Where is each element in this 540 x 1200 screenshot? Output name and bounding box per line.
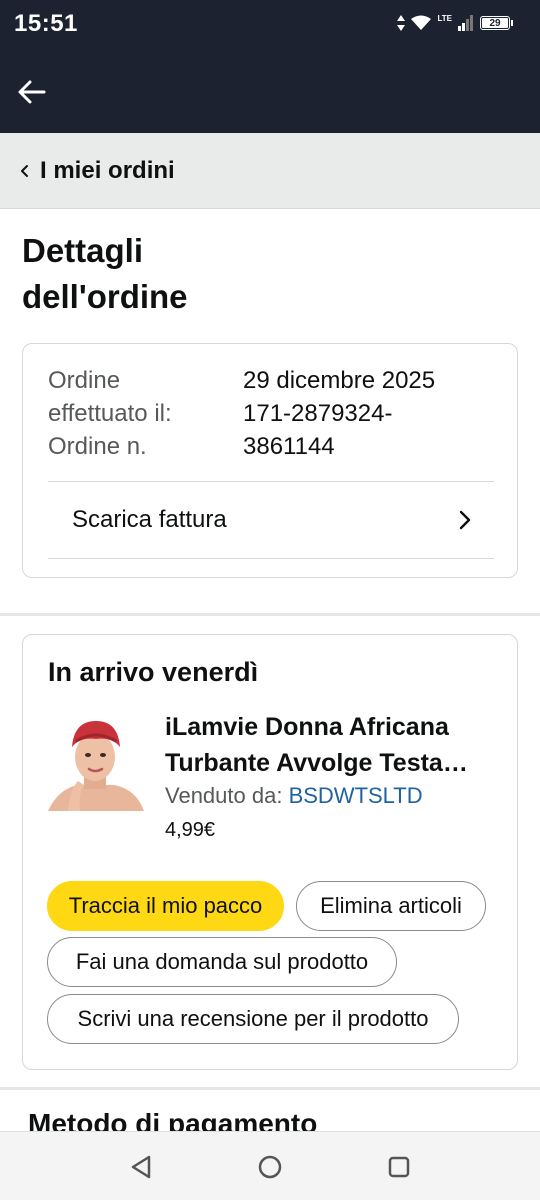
chevron-right-icon	[459, 510, 471, 530]
order-number-label: Ordine n.	[48, 433, 147, 460]
delete-items-button[interactable]: Elimina articoli	[296, 881, 486, 931]
signal-icon	[458, 15, 473, 31]
chevron-left-icon	[21, 164, 28, 177]
system-nav-bar	[0, 1131, 540, 1200]
status-icons: LTE 29	[397, 13, 513, 33]
arrival-status: In arrivo venerdì	[48, 657, 259, 687]
product-price: 4,99€	[165, 819, 216, 841]
seller-info: Venduto da: BSDWTSLTD	[165, 783, 423, 809]
breadcrumb-my-orders[interactable]: I miei ordini	[0, 133, 540, 209]
product-title-line2: Turbante Avvolge Testa…	[165, 749, 468, 777]
write-review-button[interactable]: Scrivi una recensione per il prodotto	[47, 994, 459, 1044]
order-placed-date: 29 dicembre 2025	[243, 367, 436, 394]
seller-link[interactable]: BSDWTSLTD	[289, 783, 423, 808]
section-separator	[0, 613, 540, 616]
order-number-line1: 171-2879324-	[243, 400, 393, 427]
back-arrow-icon[interactable]	[16, 76, 48, 108]
seller-prefix: Venduto da:	[165, 783, 289, 808]
nav-recents-icon[interactable]	[384, 1152, 414, 1182]
section-separator	[0, 1087, 540, 1090]
app-bar	[0, 50, 540, 133]
order-placed-label-line1: Ordine	[48, 367, 121, 394]
status-bar: 15:51 LTE 29	[0, 0, 540, 50]
product-title[interactable]: iLamvie Donna Africana Turbante Avvolge …	[165, 709, 505, 781]
page-title: Dettagli dell'ordine	[22, 228, 322, 320]
product-image[interactable]	[48, 715, 144, 811]
divider	[48, 558, 494, 559]
network-label: LTE	[437, 14, 452, 23]
page-title-line1: Dettagli	[22, 232, 144, 269]
wifi-icon	[411, 15, 432, 30]
status-time: 15:51	[14, 10, 78, 37]
battery-icon: 29	[480, 16, 513, 30]
track-package-button[interactable]: Traccia il mio pacco	[47, 881, 284, 931]
battery-level: 29	[489, 17, 501, 29]
order-number-line2: 3861144	[243, 433, 335, 460]
order-placed-label-line2: effettuato il:	[48, 400, 172, 427]
ask-question-button[interactable]: Fai una domanda sul prodotto	[47, 937, 397, 987]
product-title-line1: iLamvie Donna Africana	[165, 713, 449, 741]
data-arrows-icon	[397, 15, 406, 31]
download-invoice-row[interactable]: Scarica fattura	[48, 482, 494, 558]
shipment-card: In arrivo venerdì iLamvie Donna Africana…	[22, 634, 518, 1070]
page-title-line2: dell'ordine	[22, 278, 188, 315]
order-labels: Ordine effettuato il: Ordine n.	[48, 364, 238, 463]
nav-back-icon[interactable]	[127, 1152, 157, 1182]
breadcrumb-label: I miei ordini	[40, 156, 175, 184]
nav-home-icon[interactable]	[255, 1152, 285, 1182]
order-info-card: Ordine effettuato il: Ordine n. 29 dicem…	[22, 343, 518, 578]
download-invoice-label: Scarica fattura	[72, 506, 227, 533]
order-values: 29 dicembre 2025 171-2879324- 3861144	[243, 364, 503, 463]
